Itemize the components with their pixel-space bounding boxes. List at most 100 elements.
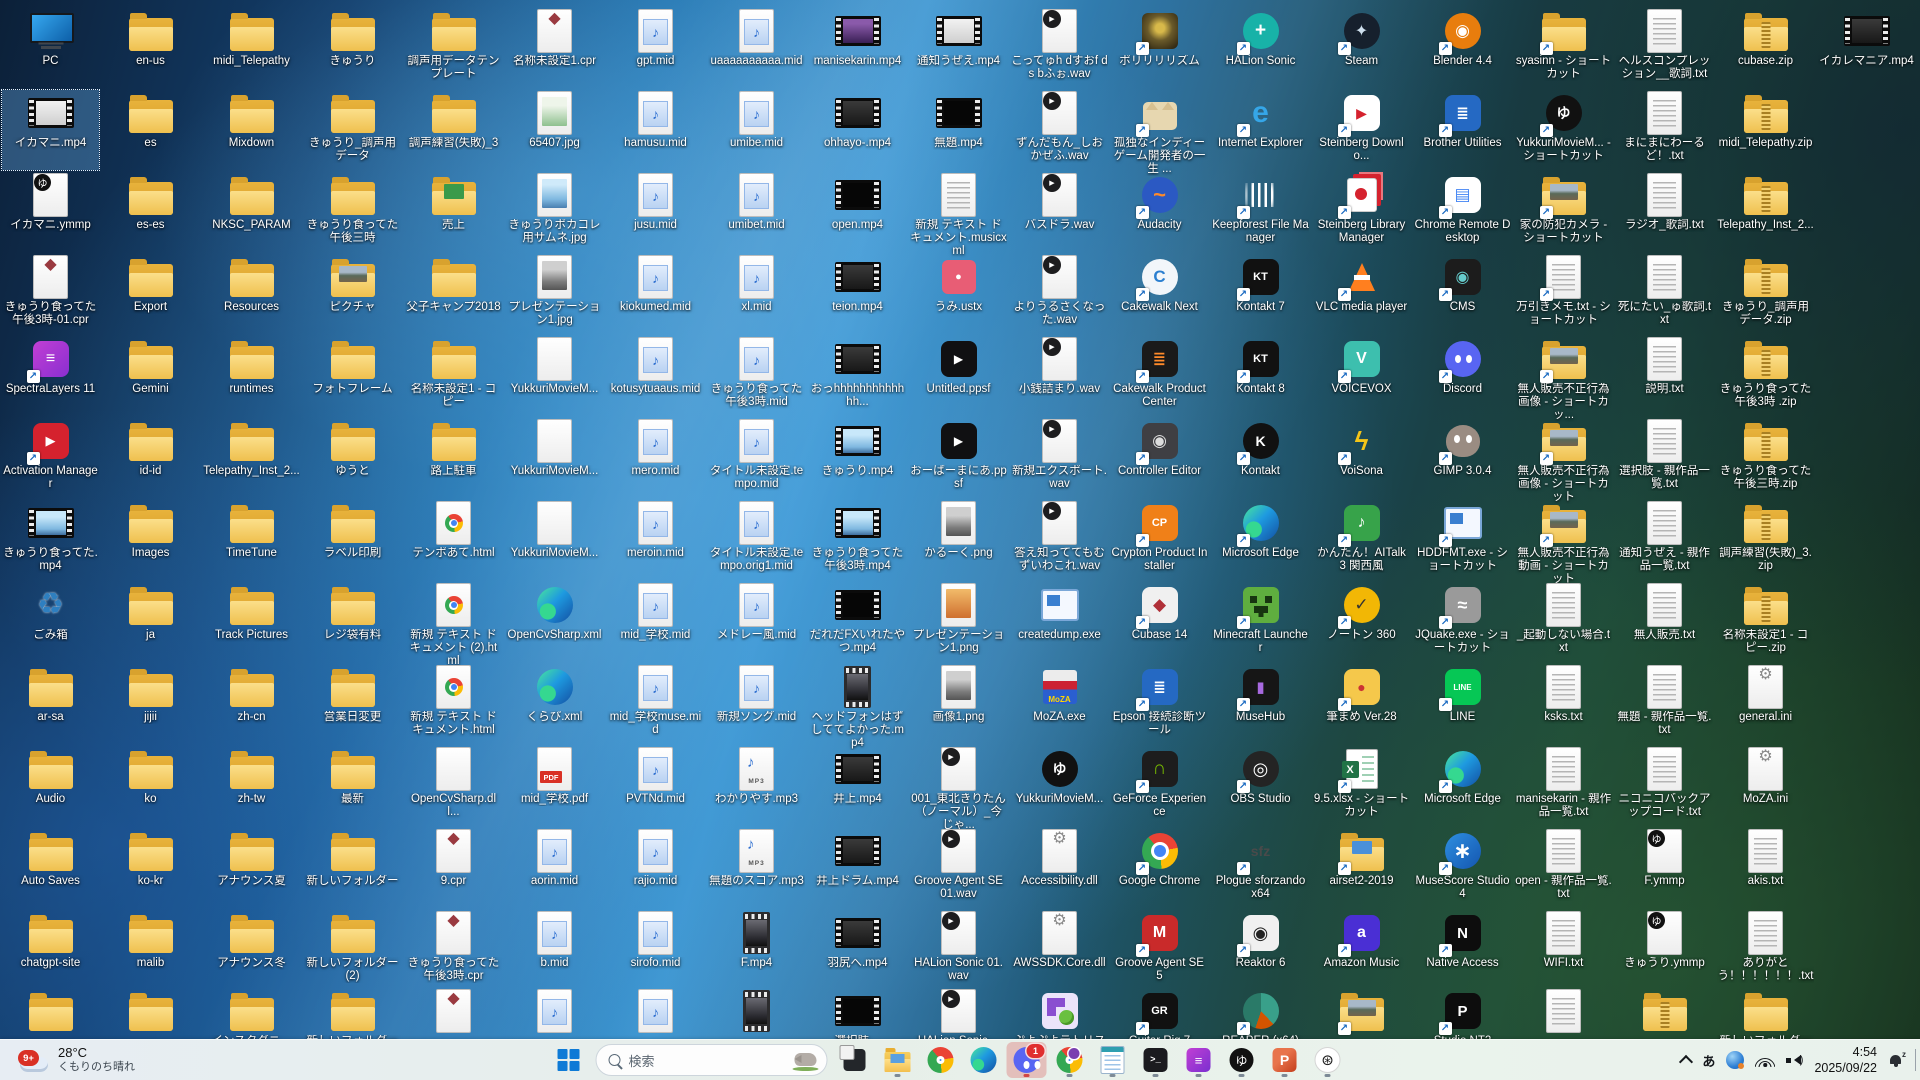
desktop-icon[interactable]: id-id [102,418,199,498]
desktop-icon[interactable]: ◆9.cpr [405,828,502,908]
desktop-icon[interactable]: ◆↗Cubase 14 [1111,582,1208,662]
desktop-icon[interactable]: 営業日変更 [304,664,401,744]
desktop-icon[interactable]: YukkuriMovieM... [506,418,603,498]
desktop-icon[interactable]: midi_Telepathy.zip [1717,90,1814,170]
powerpoint-taskbar-button[interactable]: P [1265,1042,1305,1078]
show-desktop-button[interactable] [1915,1049,1916,1071]
notification-bell-icon[interactable]: z [1888,1053,1904,1068]
desktop-icon[interactable]: es-es [102,172,199,252]
clock[interactable]: 4:54 2025/09/22 [1814,1044,1877,1077]
desktop-icon[interactable]: zh-cn [203,664,300,744]
desktop-icon[interactable]: きゅうり [304,8,401,88]
desktop-icon[interactable]: Audio [2,746,99,826]
desktop-icon[interactable]: ♪↗かんたん！AITalk 3 関西風 [1313,500,1410,580]
desktop-icon[interactable]: M↗Groove Agent SE 5 [1111,910,1208,990]
desktop-wallpaper[interactable]: PCイカマニ.mp4ゆイカマニ.ymmp◆きゅうり食ってた午後3時-01.cpr… [0,0,1920,1080]
desktop-icon[interactable]: きゅうり食ってた午後三時 [304,172,401,252]
desktop-icon[interactable]: ●うみ.ustx [910,254,1007,334]
desktop-icon[interactable]: Gemini [102,336,199,416]
desktop-icon[interactable]: ↗無人販売不正行為 画像 - ショートカット [1515,418,1612,498]
desktop-icon[interactable]: PC [2,8,99,88]
desktop-icon[interactable]: 父子キャンプ2018 [405,254,502,334]
desktop-icon[interactable]: ↗Discord [1414,336,1511,416]
spectralayers-taskbar-button[interactable]: ≡ [1179,1042,1219,1078]
desktop-icon[interactable]: Resources [203,254,300,334]
desktop-icon[interactable]: ♪xl.mid [708,254,805,334]
desktop-icon[interactable]: ▶↗Steinberg Downlo... [1313,90,1410,170]
desktop-icon[interactable]: jijii [102,664,199,744]
desktop-icon[interactable]: KT↗Kontakt 8 [1212,336,1309,416]
desktop-icon[interactable]: ♪sirofo.mid [607,910,704,990]
desktop-icon[interactable]: ≣↗Cakewalk Product Center [1111,336,1208,416]
desktop-icon[interactable]: イカマニ.mp4 [2,90,99,170]
desktop-icon[interactable]: K↗Kontakt [1212,418,1309,498]
desktop-icon[interactable]: ♪MP3わかりやす.mp3 [708,746,805,826]
desktop-icon[interactable]: ♪新規ソング.mid [708,664,805,744]
ime-indicator[interactable]: あ [1702,1051,1715,1070]
ymm-taskbar-button[interactable]: ゆ [1222,1042,1262,1078]
notepad-taskbar-button[interactable] [1093,1042,1133,1078]
desktop-icon[interactable]: ♪hamusu.mid [607,90,704,170]
desktop-icon[interactable]: NKSC_PARAM [203,172,300,252]
desktop-icon[interactable]: TimeTune [203,500,300,580]
desktop-icon[interactable]: ▶Groove Agent SE 01.wav [910,828,1007,908]
desktop-icon[interactable]: ♪メドレー風.mid [708,582,805,662]
desktop-icon[interactable]: ♪rajio.mid [607,828,704,908]
desktop-icon[interactable]: 新しいフォルダー [304,828,401,908]
tray-overflow-chevron-icon[interactable] [1679,1055,1693,1069]
desktop-icon[interactable]: きゅうり食ってた午後3時 .zip [1717,336,1814,416]
desktop-icon[interactable]: Mixdown [203,90,300,170]
desktop-icon[interactable]: ♪mid_学校muse.mid [607,664,704,744]
desktop-icon[interactable]: midi_Telepathy [203,8,300,88]
desktop-icon[interactable]: ▶小銭詰まり.wav [1011,336,1108,416]
desktop-icon[interactable]: +↗HALion Sonic [1212,8,1309,88]
chatgpt-taskbar-button[interactable]: ⊛ [1308,1042,1348,1078]
desktop-icon[interactable]: 説明.txt [1616,336,1713,416]
desktop-icon[interactable]: Telepathy_Inst_2... [1717,172,1814,252]
desktop-icon[interactable]: ♪mero.mid [607,418,704,498]
desktop-icon[interactable]: ◉↗Reaktor 6 [1212,910,1309,990]
desktop-icon[interactable]: 調声用データテンプレート [405,8,502,88]
desktop-icon[interactable]: おっhhhhhhhhhhhhh... [809,336,906,416]
desktop-icon[interactable]: ∩↗GeForce Experience [1111,746,1208,826]
desktop-icon[interactable]: 新規 テキスト ドキュメント.musicxml [910,172,1007,252]
desktop-icon[interactable]: ↗airset2-2019 [1313,828,1410,908]
desktop-icon[interactable]: OpenCvSharp.xml [506,582,603,662]
desktop-icon[interactable]: ≈↗JQuake.exe - ショートカット [1414,582,1511,662]
desktop-icon[interactable]: ↗Keepforest File Manager [1212,172,1309,252]
desktop-icon[interactable]: ♪mid_学校.mid [607,582,704,662]
desktop-icon[interactable]: ↗孤独なインディーゲーム開発者の一生 ... [1111,90,1208,170]
chrome-profile-taskbar-button[interactable] [1050,1042,1090,1078]
desktop-icon[interactable]: ↗家の防犯カメラ - ショートカット [1515,172,1612,252]
desktop-icon[interactable]: sfz↗Plogue sforzando x64 [1212,828,1309,908]
desktop-icon[interactable]: _起動しない場合.txt [1515,582,1612,662]
desktop-icon[interactable]: ↗Microsoft Edge [1414,746,1511,826]
desktop-icon[interactable]: くらび.xml [506,664,603,744]
desktop-icon[interactable]: フォトフレーム [304,336,401,416]
desktop-icon[interactable]: ar-sa [2,664,99,744]
desktop-icon[interactable]: ↗ポリリリリズム [1111,8,1208,88]
desktop-icon[interactable]: ♪meroin.mid [607,500,704,580]
desktop-icon[interactable]: akis.txt [1717,828,1814,908]
desktop-icon[interactable]: 65407.jpg [506,90,603,170]
desktop-icon[interactable]: ↗VLC media player [1313,254,1410,334]
desktop-icon[interactable]: ◉↗CMS [1414,254,1511,334]
desktop-icon[interactable]: ゆイカマニ.ymmp [2,172,99,252]
desktop-icon[interactable]: ▶新規エクスポート.wav [1011,418,1108,498]
desktop-icon[interactable]: きゅうり食ってた.mp4 [2,500,99,580]
desktop-icon[interactable]: ♪uaaaaaaaaaa.mid [708,8,805,88]
wifi-icon[interactable] [1755,1054,1775,1067]
desktop-icon[interactable]: ゆうと [304,418,401,498]
desktop-icon[interactable]: 無題.mp4 [910,90,1007,170]
desktop-icon[interactable]: ●↗筆まめ Ver.28 [1313,664,1410,744]
desktop-icon[interactable]: ⚙AWSSDK.Core.dll [1011,910,1108,990]
desktop-icon[interactable]: きゅうり食ってた午後三時.zip [1717,418,1814,498]
desktop-icon[interactable]: a↗Amazon Music [1313,910,1410,990]
desktop-icon[interactable]: 無題 - 親作品一覧.txt [1616,664,1713,744]
desktop-icon[interactable]: open.mp4 [809,172,906,252]
desktop-icon[interactable]: ▶こってゅh dすおf d s bふぉ.wav [1011,8,1108,88]
desktop-icon[interactable]: きゅうりポカコレ用サムネ.jpg [506,172,603,252]
desktop-icon[interactable]: ↗Steinberg Library Manager [1313,172,1410,252]
desktop-icon[interactable]: ▶よりうるさくなった.wav [1011,254,1108,334]
desktop-icon[interactable]: ▶HALion Sonic 01.wav [910,910,1007,990]
